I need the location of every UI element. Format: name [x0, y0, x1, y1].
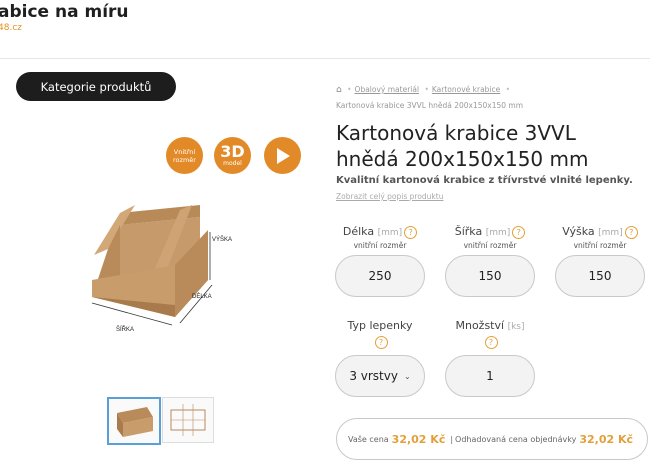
width-label-text: Šířka	[454, 225, 483, 238]
height-input[interactable]: 150	[555, 255, 645, 297]
play-video-button[interactable]	[264, 137, 301, 174]
full-description-link[interactable]: Zobrazit celý popis produktu	[336, 192, 443, 201]
height-sub: vnitřní rozměr	[573, 241, 627, 250]
length-unit: [mm]	[377, 228, 403, 238]
help-icon[interactable]: ?	[374, 335, 388, 349]
home-icon[interactable]: ⌂	[336, 85, 342, 95]
product-image[interactable]: VÝŠKA DÉLKA ŠÍŘKA	[80, 185, 250, 335]
3d-label: 3D	[220, 142, 245, 161]
length-sub: vnitřní rozměr	[353, 241, 407, 250]
width-input[interactable]: 150	[445, 255, 535, 297]
product-title: Kartonová krabice 3VVL hnědá 200x150x150…	[336, 121, 589, 171]
inner-size-badge[interactable]: Vnitřní rozměr	[166, 137, 203, 174]
board-type-value: 3 vrstvy	[349, 369, 398, 383]
3d-model-badge[interactable]: 3D model	[214, 137, 251, 174]
help-icon[interactable]: ?	[484, 335, 498, 349]
help-icon[interactable]: ?	[512, 225, 526, 239]
your-price-label: Vaše cena	[347, 434, 389, 444]
length-label: DÉLKA	[192, 293, 212, 300]
box-thumbnail-image	[117, 407, 153, 437]
board-type-help: ?	[335, 335, 425, 349]
quantity-help: ?	[445, 335, 535, 349]
estimated-price: 32,02 Kč	[579, 432, 634, 446]
breadcrumb: ⌂ • Obalový materiál • Kartonové krabice •…	[336, 85, 524, 110]
height-field-label: Výška [mm]?	[555, 225, 645, 239]
breadcrumb-item-packaging[interactable]: Obalový materiál	[355, 85, 420, 94]
breadcrumb-current: Kartonová krabice 3VVL hnědá 200x150x150…	[336, 101, 524, 110]
height-label-text: Výška	[562, 225, 595, 238]
thumbnail-net[interactable]	[162, 397, 214, 443]
board-type-label: Typ lepenky	[347, 319, 413, 332]
price-summary: Vaše cena 32,02 Kč | Odhadovaná cena obj…	[336, 418, 648, 460]
site-title[interactable]: abice na míru	[0, 2, 129, 22]
width-field-label: Šířka [mm]?	[445, 225, 535, 239]
product-description: Kvalitní kartonová krabice z třívrstvé v…	[336, 175, 633, 186]
width-unit: [mm]	[485, 228, 511, 238]
model-label: model	[223, 160, 242, 167]
width-label: ŠÍŘKA	[116, 325, 134, 333]
length-field-label: Délka [mm]?	[335, 225, 425, 239]
quantity-input[interactable]: 1	[445, 355, 535, 397]
length-input[interactable]: 250	[335, 255, 425, 297]
header-divider	[0, 58, 650, 59]
height-label: VÝŠKA	[212, 236, 232, 243]
chevron-down-icon: ⌄	[403, 371, 411, 381]
help-icon[interactable]: ?	[404, 225, 418, 239]
estimated-price-label: Odhadovaná cena objednávky	[455, 434, 577, 444]
category-button[interactable]: Kategorie produktů	[16, 72, 176, 101]
quantity-unit: [ks]	[507, 322, 525, 332]
breadcrumb-item-boxes[interactable]: Kartonové krabice	[432, 85, 500, 94]
height-unit: [mm]	[598, 228, 623, 238]
width-sub: vnitřní rozměr	[463, 241, 517, 250]
thumbnail-box[interactable]	[107, 397, 161, 445]
play-icon	[276, 147, 290, 164]
quantity-label-text: Množství	[455, 319, 505, 332]
site-domain: 48.cz	[0, 23, 22, 33]
inner-size-badge-label: Vnitřní rozměr	[173, 147, 196, 164]
your-price: 32,02 Kč	[391, 432, 446, 446]
box-net-image	[170, 404, 206, 436]
length-label-text: Délka	[342, 225, 375, 238]
help-icon[interactable]: ?	[624, 225, 638, 239]
board-type-select[interactable]: 3 vrstvy ⌄	[335, 355, 425, 397]
quantity-label: Množství [ks]	[445, 319, 535, 332]
